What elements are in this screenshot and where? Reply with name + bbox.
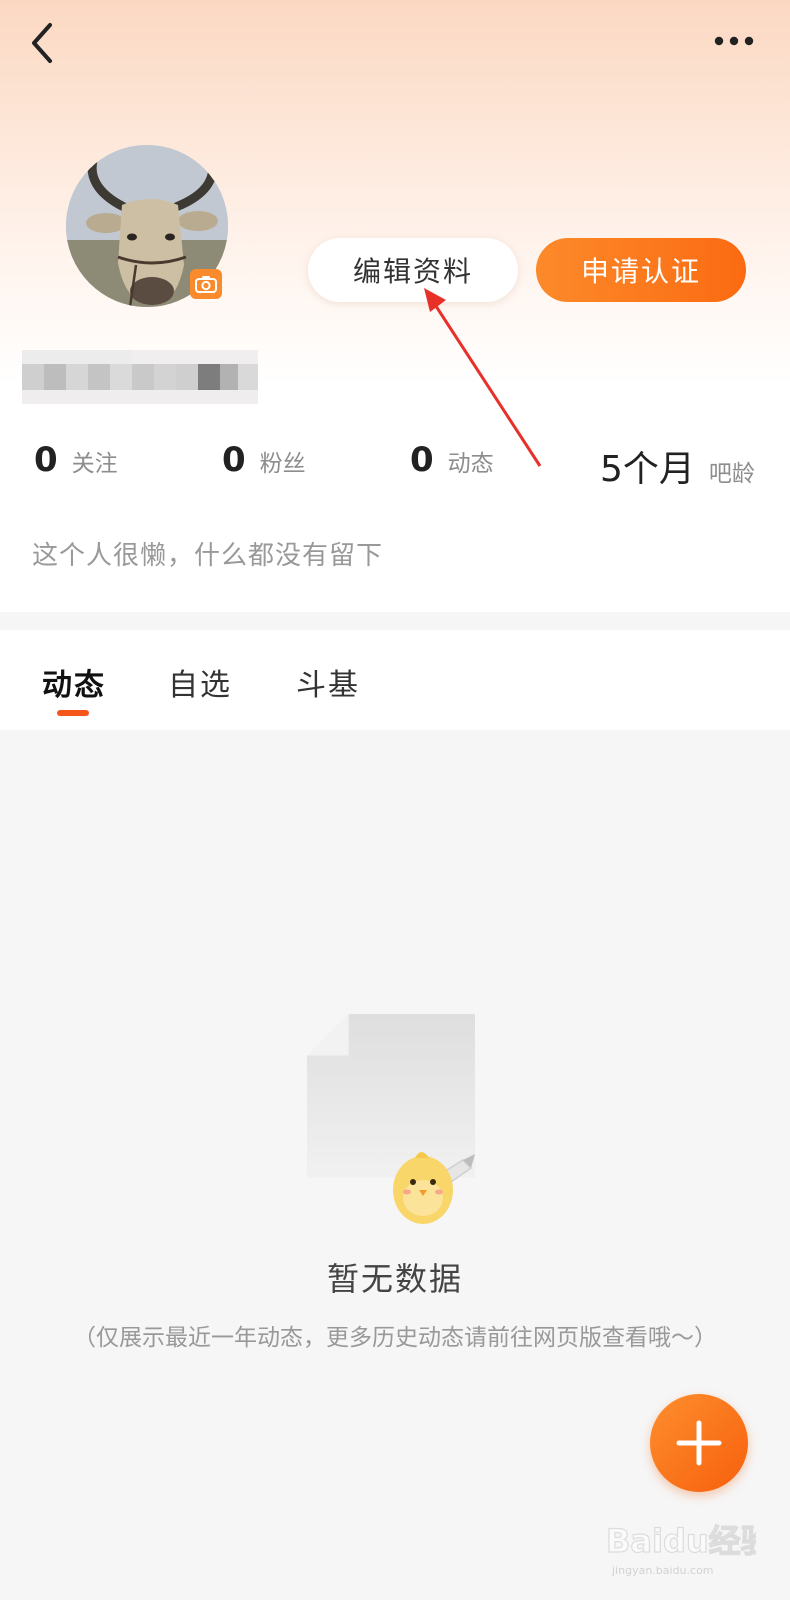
- svg-text:Baidu经验: Baidu经验: [606, 1522, 756, 1560]
- svg-text:jingyan.baidu.com: jingyan.baidu.com: [611, 1564, 714, 1577]
- annotation-arrow: [424, 288, 542, 467]
- baidu-jingyan-watermark: Baidu经验 jingyan.baidu.com: [606, 1521, 756, 1577]
